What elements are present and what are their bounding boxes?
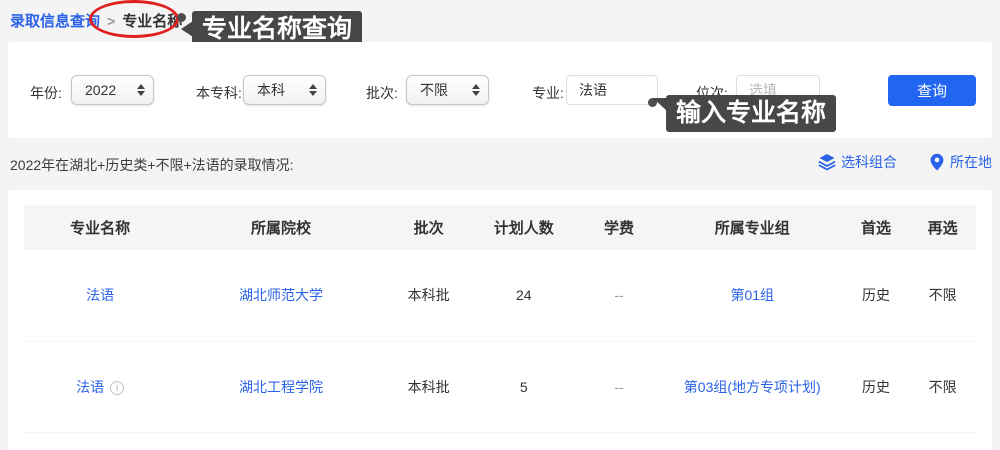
callout-tail — [181, 21, 193, 37]
first-choice-cell: 历史 — [843, 341, 910, 432]
tuition-cell: -- — [576, 250, 662, 341]
location-link[interactable]: 所在地 — [929, 152, 992, 172]
header-tuition: 学费 — [576, 205, 662, 250]
breadcrumb: 录取信息查询 > 专业名称 — [10, 10, 182, 31]
table-row: 法语 湖北师范大学 本科批 24 -- 第01组 历史 不限 — [24, 250, 976, 341]
select-stepper-icon — [309, 84, 317, 96]
search-button[interactable]: 查询 — [888, 75, 976, 106]
layers-icon — [818, 153, 836, 171]
batch-label: 批次: — [366, 83, 398, 103]
school-link[interactable]: 湖北工程学院 — [239, 379, 323, 395]
table-row: 法语 湖北工程学院 本科批 5 -- 第03组(地方专项计划) 历史 不限 — [24, 341, 976, 432]
filter-panel: 年份: 2022 本专科: 本科 批次: 不限 专业: 位次: 查询 — [8, 42, 992, 138]
result-summary: 2022年在湖北+历史类+不限+法语的录取情况: — [10, 155, 294, 175]
select-stepper-icon — [137, 84, 145, 96]
header-batch: 批次 — [386, 205, 472, 250]
first-choice-cell: 历史 — [843, 250, 910, 341]
level-label: 本专科: — [196, 83, 242, 103]
breadcrumb-current: 专业名称 — [122, 10, 182, 31]
tool-links: 选科组合 所在地 — [818, 152, 992, 172]
info-icon[interactable] — [110, 381, 124, 395]
header-first-choice: 首选 — [843, 205, 910, 250]
school-link[interactable]: 湖北师范大学 — [239, 287, 323, 303]
table-header-row: 专业名称 所属院校 批次 计划人数 学费 所属专业组 首选 再选 — [24, 205, 976, 250]
major-link[interactable]: 法语 — [86, 287, 114, 303]
results-table-card: 专业名称 所属院校 批次 计划人数 学费 所属专业组 首选 再选 法语 湖北师范… — [8, 190, 992, 450]
tuition-cell: -- — [576, 341, 662, 432]
major-link[interactable]: 法语 — [76, 379, 104, 395]
batch-cell: 本科批 — [386, 341, 472, 432]
header-major: 专业名称 — [24, 205, 176, 250]
header-school: 所属院校 — [176, 205, 385, 250]
plan-count-cell: 5 — [471, 341, 576, 432]
select-stepper-icon — [472, 84, 480, 96]
year-select[interactable]: 2022 — [71, 75, 154, 105]
breadcrumb-separator: > — [107, 13, 115, 29]
year-select-value: 2022 — [85, 82, 116, 98]
group-link[interactable]: 第03组(地方专项计划) — [684, 379, 821, 395]
location-pin-icon — [929, 153, 945, 171]
subject-combination-link[interactable]: 选科组合 — [818, 152, 897, 172]
batch-select-value: 不限 — [420, 80, 448, 100]
breadcrumb-link-admission-info[interactable]: 录取信息查询 — [10, 10, 100, 31]
second-choice-cell: 不限 — [909, 341, 976, 432]
group-link[interactable]: 第01组 — [730, 287, 774, 303]
annotation-callout-major-input: 输入专业名称 — [666, 95, 836, 132]
major-input[interactable] — [566, 75, 658, 105]
header-second-choice: 再选 — [909, 205, 976, 250]
second-choice-cell: 不限 — [909, 250, 976, 341]
year-label: 年份: — [30, 83, 62, 103]
batch-cell: 本科批 — [386, 250, 472, 341]
level-select[interactable]: 本科 — [243, 75, 326, 105]
major-label: 专业: — [532, 83, 564, 103]
batch-select[interactable]: 不限 — [406, 75, 489, 105]
header-group: 所属专业组 — [662, 205, 843, 250]
header-plan-count: 计划人数 — [471, 205, 576, 250]
plan-count-cell: 24 — [471, 250, 576, 341]
results-table: 专业名称 所属院校 批次 计划人数 学费 所属专业组 首选 再选 法语 湖北师范… — [24, 205, 976, 433]
level-select-value: 本科 — [257, 80, 285, 100]
